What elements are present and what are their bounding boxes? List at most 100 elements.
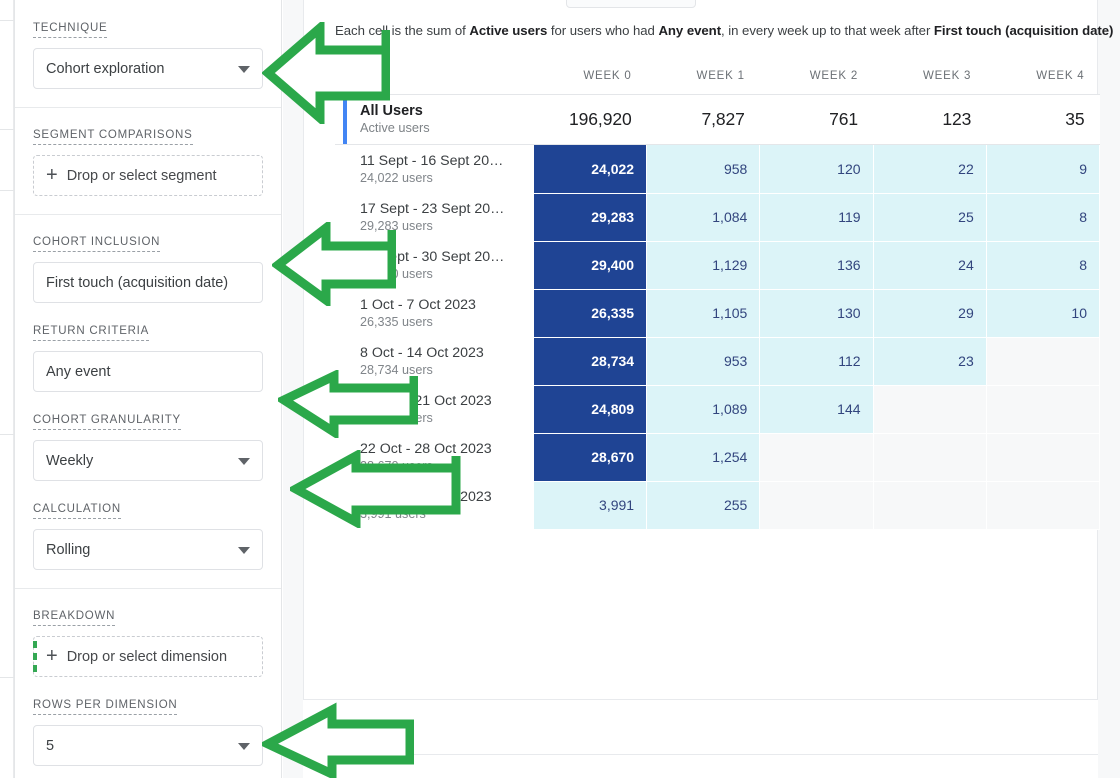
exploration-settings-panel: TECHNIQUE Cohort exploration SEGMENT COM… [14,0,282,778]
label-calculation: CALCULATION [33,503,121,519]
cohort-cell[interactable] [985,432,1101,482]
cohort-cell[interactable]: 22 [872,144,987,194]
cohort-cell[interactable]: 953 [646,336,761,386]
cohort-cell[interactable]: 24,022 [532,144,648,194]
cohort-cell[interactable]: 29 [872,288,987,338]
total-value-week-0: 196,920 [533,94,647,145]
header-week-1: WEEK 1 [696,70,745,82]
cohort-cell[interactable]: 1,105 [646,288,761,338]
cohort-cell[interactable]: 8 [985,192,1101,242]
table-row[interactable]: 22 Oct - 28 Oct 2023 28,670 users 28,670 1,… [335,432,1101,482]
cohort-inclusion-field[interactable]: First touch (acquisition date) [33,262,263,303]
cohort-cell[interactable]: 119 [759,192,874,242]
calculation-select[interactable]: Rolling [33,529,263,570]
sidebar-rail [0,0,14,778]
section-technique: TECHNIQUE Cohort exploration [15,0,281,108]
row-label-cell: 1 Oct - 7 Oct 2023 26,335 users [335,289,534,337]
cohort-cell[interactable]: 136 [759,240,874,290]
total-value-week-2: 761 [759,94,874,145]
technique-select[interactable]: Cohort exploration [33,48,263,89]
row-label-cell: 11 Sept - 16 Sept 20… 24,022 users [335,144,534,193]
cohort-cell[interactable] [872,384,987,434]
label-breakdown: BREAKDOWN [33,610,116,626]
total-value-week-3: 123 [873,94,987,145]
cohort-cell[interactable]: 29,400 [532,240,648,290]
cohort-cell[interactable] [985,384,1101,434]
cohort-cell[interactable]: 23 [872,336,987,386]
label-rows-per-dimension: ROWS PER DIMENSION [33,699,178,715]
row-label-range: 29 Oct - 31 Oct 2023 [360,489,492,505]
cohort-cell[interactable]: 1,089 [646,384,761,434]
table-row[interactable]: 1 Oct - 7 Oct 2023 26,335 users 26,335 1,10… [335,288,1101,338]
row-label-users: 28,670 users [360,459,433,473]
rows-per-dimension-value: 5 [46,737,55,754]
header-week-4: WEEK 4 [1036,70,1085,82]
cohort-cell[interactable]: 26,335 [532,288,648,338]
cohort-cell[interactable]: 112 [759,336,874,386]
segment-dropzone-label: Drop or select segment [66,167,217,184]
cohort-cell[interactable] [872,480,987,530]
cohort-granularity-select[interactable]: Weekly [33,440,263,481]
row-label-range: 22 Oct - 28 Oct 2023 [360,441,492,457]
calculation-value: Rolling [46,541,91,558]
segment-dropzone[interactable]: + Drop or select segment [33,155,263,196]
cohort-cell[interactable]: 25 [872,192,987,242]
cohort-cell[interactable] [759,480,874,530]
row-label-range: 17 Sept - 23 Sept 20… [360,201,505,217]
canvas-toolbar-chip[interactable] [566,0,696,8]
cohort-cell[interactable]: 1,129 [646,240,761,290]
cohort-cell[interactable] [872,432,987,482]
cohort-cell[interactable]: 24 [872,240,987,290]
cohort-cell[interactable]: 29,283 [532,192,648,242]
report-canvas: Each cell is the sum of Active users for… [303,0,1113,700]
cohort-cell[interactable]: 9 [985,144,1101,194]
row-label-range: 8 Oct - 14 Oct 2023 [360,345,484,361]
row-label-users: 24,022 users [360,171,433,185]
table-row[interactable]: 17 Sept - 23 Sept 20… 29,283 users 29,283 1… [335,192,1101,242]
cohort-cell[interactable]: 1,254 [646,432,761,482]
cohort-cell[interactable]: 8 [985,240,1101,290]
row-label-cell: 15 Oct - 21 Oct 2023 24,809 users [335,385,534,433]
cohort-inclusion-value: First touch (acquisition date) [46,274,229,291]
cohort-cell[interactable]: 120 [759,144,874,194]
breakdown-dropzone-label: Drop or select dimension [66,648,228,665]
cohort-cell[interactable]: 24,809 [532,384,648,434]
desc-part-2: for users who had [547,23,659,38]
label-segment-comparisons: SEGMENT COMPARISONS [33,129,193,145]
total-row-title: All Users [360,103,423,119]
header-cohort [335,48,533,95]
cohort-cell[interactable]: 28,670 [532,432,648,482]
header-week-2: WEEK 2 [809,70,859,82]
row-label-cell: 22 Oct - 28 Oct 2023 28,670 users [335,433,534,481]
row-label-users: 28,734 users [360,363,433,377]
dimension-marker-icon [33,641,37,672]
table-row[interactable]: 8 Oct - 14 Oct 2023 28,734 users 28,734 953… [335,336,1101,386]
rows-per-dimension-select[interactable]: 5 [33,725,263,766]
cohort-cell[interactable]: 130 [759,288,874,338]
cohort-cell[interactable]: 10 [985,288,1101,338]
cohort-cell[interactable] [985,336,1101,386]
cohort-cell[interactable] [985,480,1101,530]
chevron-down-icon [238,65,250,73]
table-row[interactable]: 11 Sept - 16 Sept 20… 24,022 users 24,022 9… [335,144,1101,194]
cohort-cell[interactable] [759,432,874,482]
cohort-cell[interactable]: 958 [646,144,761,194]
cohort-cell[interactable]: 144 [759,384,874,434]
cohort-cell[interactable]: 1,084 [646,192,761,242]
table-row[interactable]: 15 Oct - 21 Oct 2023 24,809 users 24,809 1,… [335,384,1101,434]
cohort-cell[interactable]: 28,734 [532,336,648,386]
section-cohort-config: COHORT INCLUSION First touch (acquisitio… [15,215,281,589]
cohort-cell[interactable]: 3,991 [532,480,648,530]
table-row[interactable]: 29 Oct - 31 Oct 2023 3,991 users 3,991 255 [335,480,1101,530]
desc-part-3: , in every week up to that week after [721,23,934,38]
table-row[interactable]: 24 Sept - 30 Sept 20… 29,400 users 29,400 1… [335,240,1101,290]
section-breakdown: BREAKDOWN + Drop or select dimension ROW… [15,589,281,778]
header-week-0: WEEK 0 [583,70,632,82]
row-label-users: 24,809 users [360,411,433,425]
breakdown-dropzone[interactable]: + Drop or select dimension [33,636,263,677]
return-criteria-field[interactable]: Any event [33,351,263,392]
cohort-cell[interactable]: 255 [646,480,761,530]
row-label-cell: 29 Oct - 31 Oct 2023 3,991 users [335,481,534,529]
label-return-criteria: RETURN CRITERIA [33,325,150,341]
exploration-canvas-area: Each cell is the sum of Active users for… [283,0,1120,778]
